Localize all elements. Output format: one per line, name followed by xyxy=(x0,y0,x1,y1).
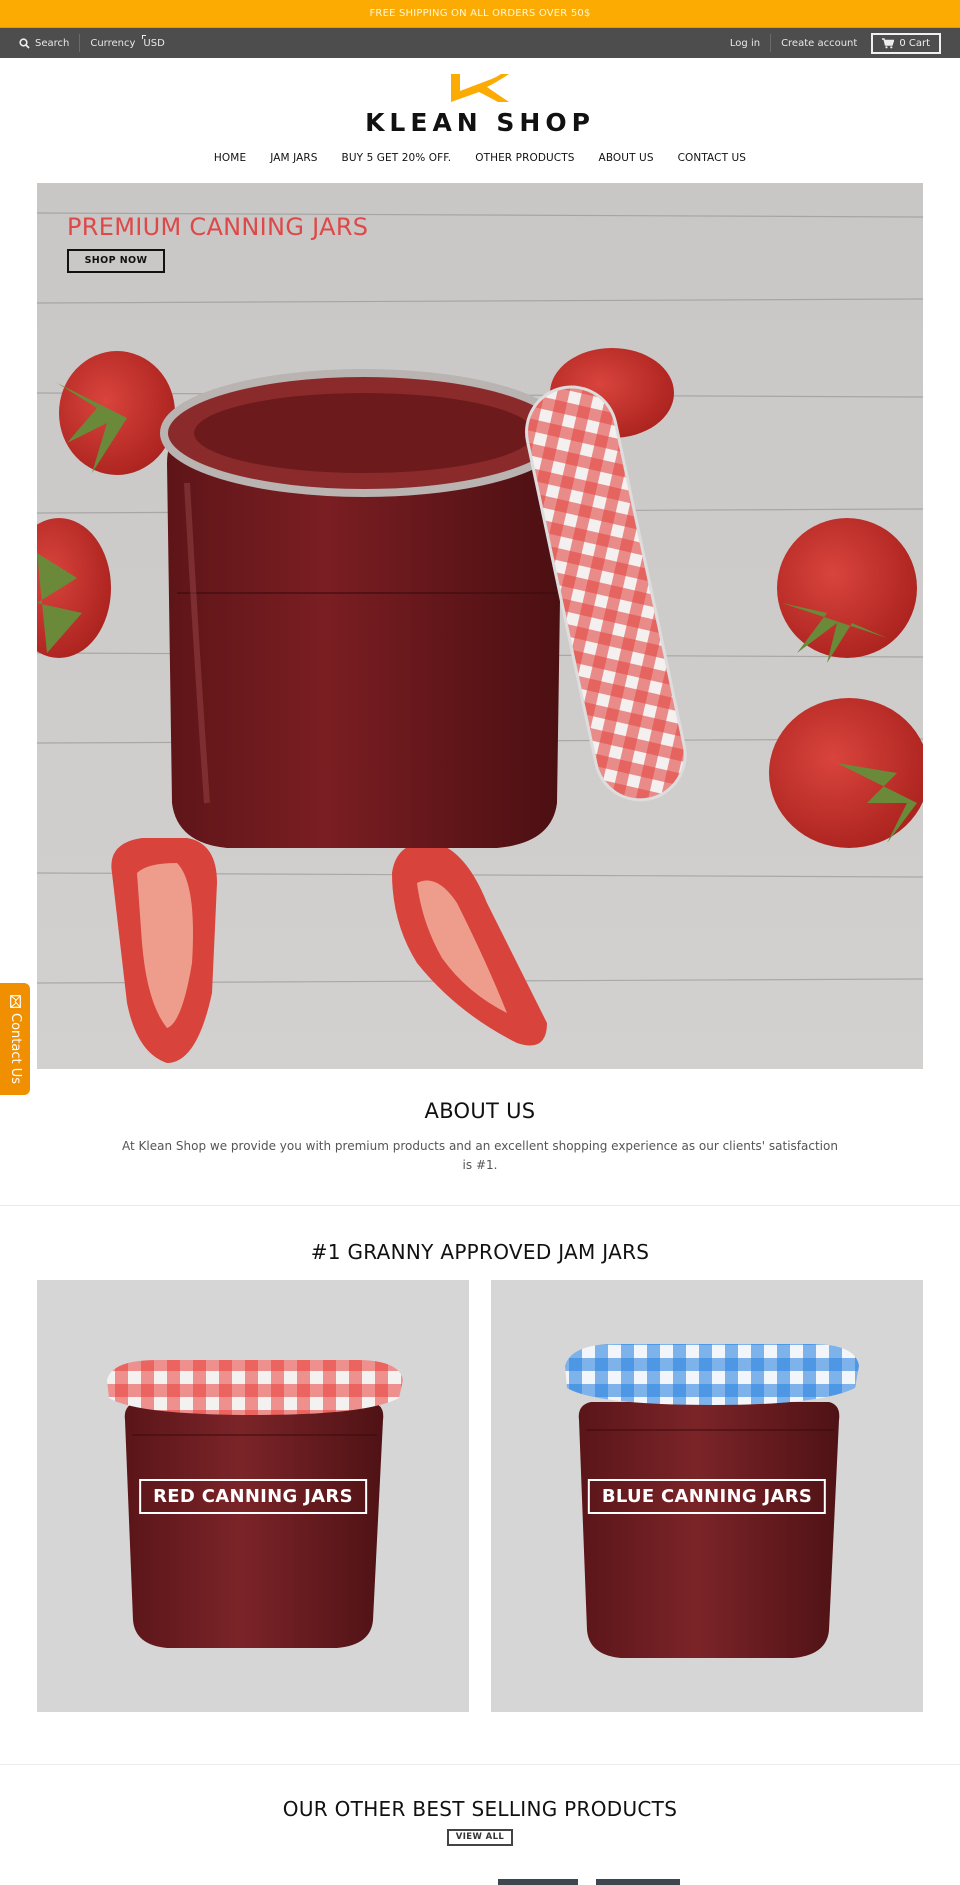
cart-label: 0 Cart xyxy=(899,37,930,49)
main-nav: HOME JAM JARS BUY 5 GET 20% OFF. OTHER P… xyxy=(0,147,960,169)
best-sellers-section: OUR OTHER BEST SELLING PRODUCTS VIEW ALL xyxy=(0,1765,960,1885)
nav-item-jam-jars[interactable]: JAM JARS xyxy=(270,152,317,164)
cart-button[interactable]: 0 Cart xyxy=(871,32,941,54)
divider xyxy=(770,34,772,52)
shop-now-button[interactable]: SHOP NOW xyxy=(67,249,165,273)
currency-label: Currency xyxy=(90,37,136,49)
login-label: Log in xyxy=(729,37,761,49)
hero-overlay: PREMIUM CANNING JARS SHOP NOW xyxy=(67,213,368,273)
nav-item-buy-5-offer[interactable]: BUY 5 GET 20% OFF. xyxy=(342,152,452,164)
contact-us-tab[interactable]: Contact Us xyxy=(0,983,30,1095)
top-bar: Search Currency USD Log in Create accoun… xyxy=(0,28,960,58)
announcement-text: FREE SHIPPING ON ALL ORDERS OVER 50$ xyxy=(369,8,591,19)
search-link[interactable]: Search xyxy=(19,38,69,49)
hero-banner[interactable]: PREMIUM CANNING JARS SHOP NOW xyxy=(37,183,923,1069)
cart-icon xyxy=(882,37,895,48)
collections-section: #1 GRANNY APPROVED JAM JARS RED CANNING … xyxy=(0,1206,960,1765)
hero-title: PREMIUM CANNING JARS xyxy=(67,213,369,241)
create-account-label: Create account xyxy=(781,37,858,49)
nav-item-contact-us[interactable]: CONTACT US xyxy=(678,152,746,164)
about-heading: ABOUT US xyxy=(424,1099,536,1123)
search-icon xyxy=(19,37,30,49)
nav-item-home[interactable]: HOME xyxy=(214,152,246,164)
collection-label-blue: BLUE CANNING JARS xyxy=(587,1479,827,1514)
about-text: At Klean Shop we provide you with premiu… xyxy=(122,1139,838,1172)
contact-us-label: Contact Us xyxy=(7,1012,23,1084)
nav-item-about-us[interactable]: ABOUT US xyxy=(599,152,654,164)
collection-card-red[interactable]: RED CANNING JARS xyxy=(37,1280,469,1712)
view-all-button[interactable]: VIEW ALL xyxy=(447,1829,513,1846)
currency-selector[interactable]: Currency USD xyxy=(90,34,165,49)
announcement-bar: FREE SHIPPING ON ALL ORDERS OVER 50$ xyxy=(0,0,960,28)
login-link[interactable]: Log in xyxy=(730,38,760,49)
currency-value: USD xyxy=(142,34,165,49)
envelope-icon xyxy=(9,994,21,1008)
product-image-peek xyxy=(498,1879,680,1885)
logo-icon[interactable] xyxy=(449,72,511,102)
site-header: KLEAN SHOP HOME JAM JARS BUY 5 GET 20% O… xyxy=(0,58,960,169)
collection-card-blue[interactable]: BLUE CANNING JARS xyxy=(491,1280,923,1712)
about-section: ABOUT US At Klean Shop we provide you wi… xyxy=(0,1069,960,1206)
collections-heading: #1 GRANNY APPROVED JAM JARS xyxy=(310,1240,650,1264)
create-account-link[interactable]: Create account xyxy=(781,38,857,49)
divider xyxy=(79,34,81,52)
nav-item-other-products[interactable]: OTHER PRODUCTS xyxy=(475,152,574,164)
collection-label-red: RED CANNING JARS xyxy=(139,1479,367,1514)
search-label: Search xyxy=(35,37,70,49)
hero-image xyxy=(37,183,923,1069)
logo-text[interactable]: KLEAN SHOP xyxy=(0,108,960,137)
best-sellers-heading: OUR OTHER BEST SELLING PRODUCTS xyxy=(282,1797,678,1821)
